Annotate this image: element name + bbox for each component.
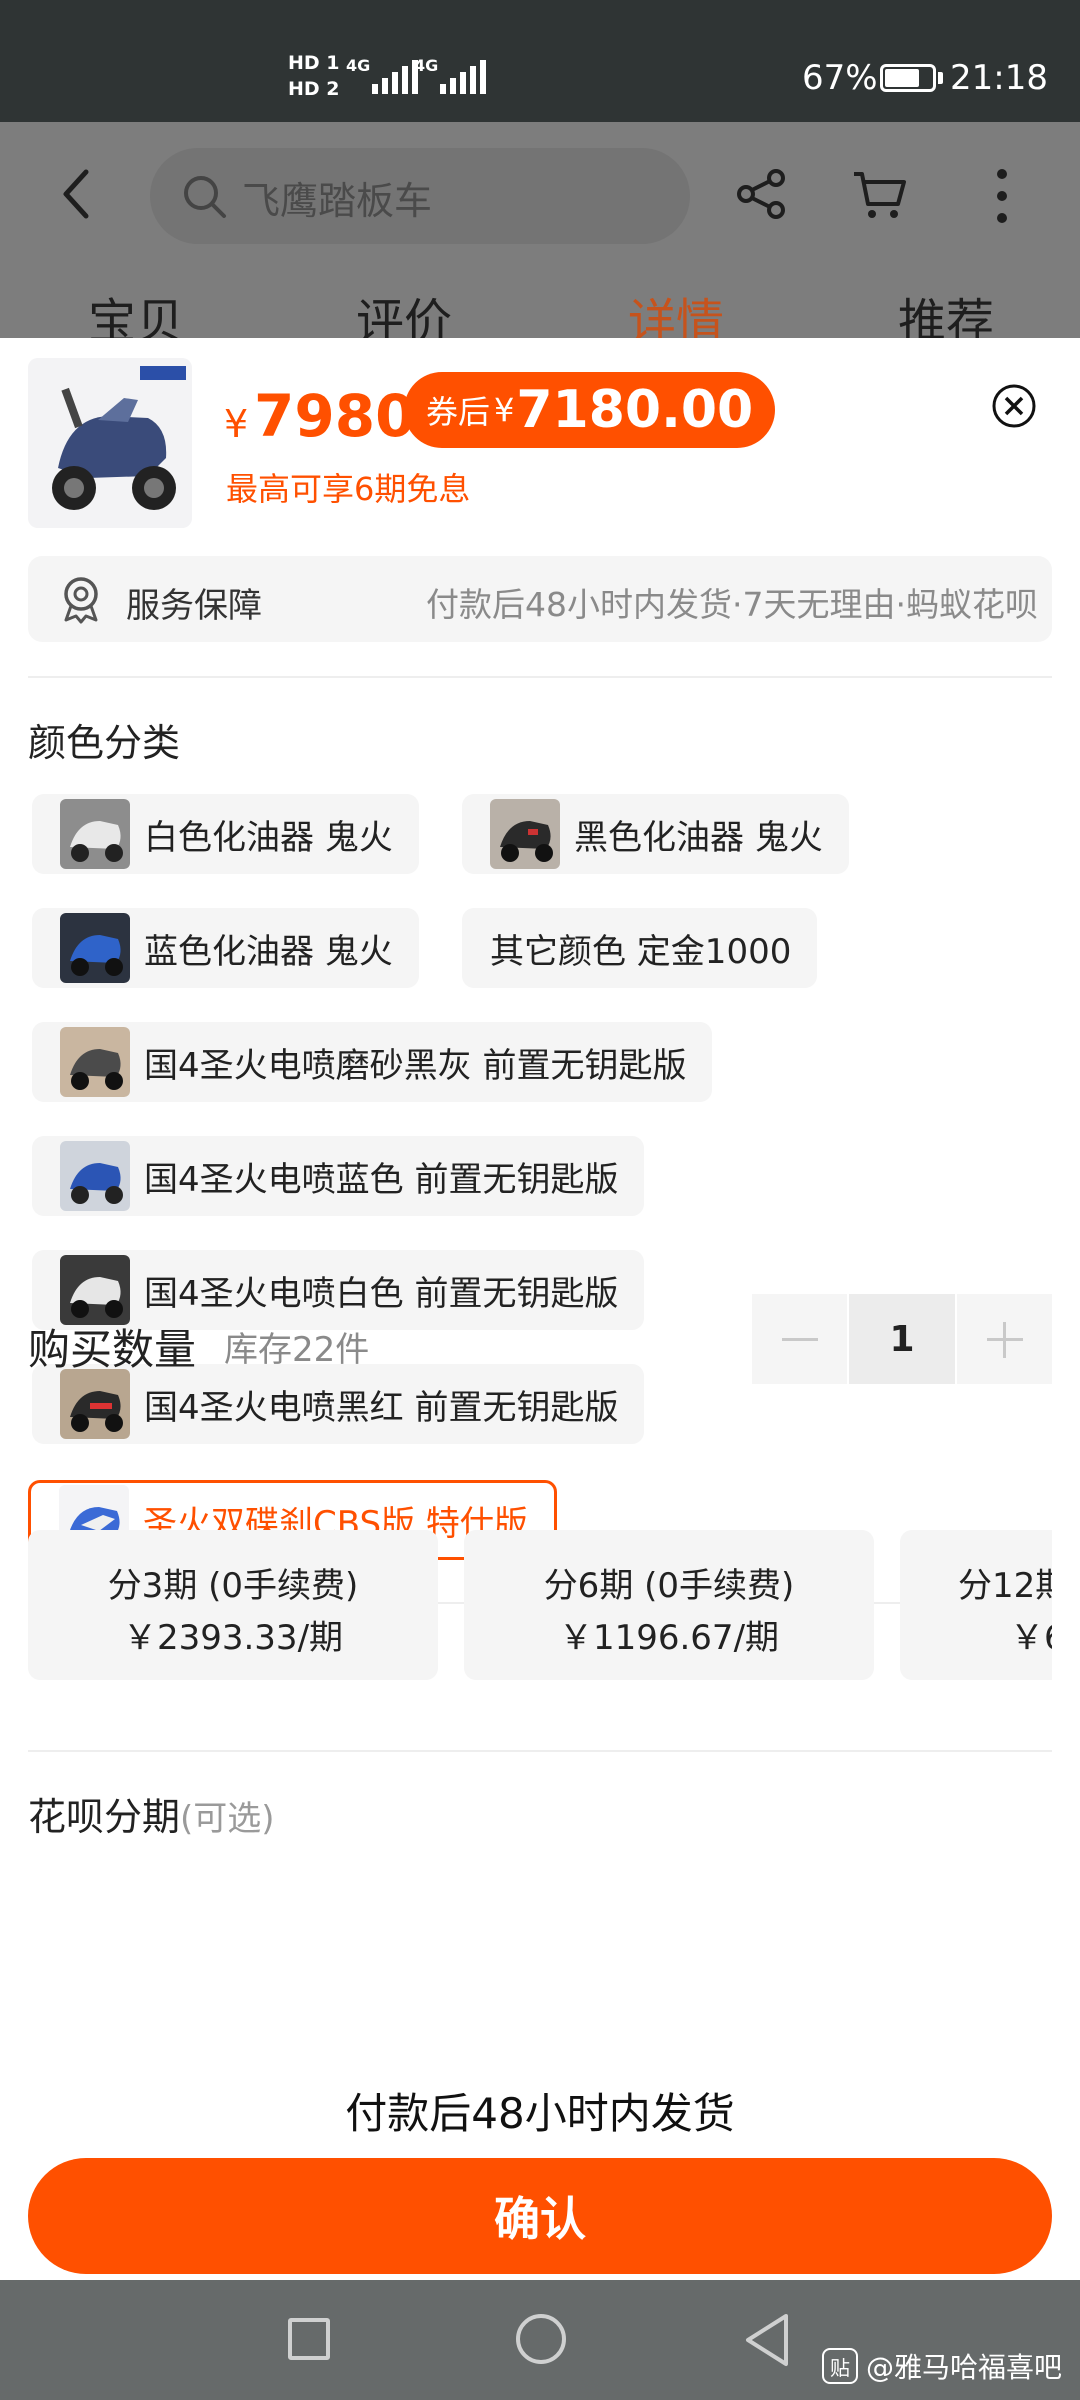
service-text: 付款后48小时内发货·7天无理由·蚂蚁花呗 [426,585,1038,624]
search-bar[interactable]: 飞鹰踏板车 [150,148,690,244]
color-option-other[interactable]: 其它颜色 定金1000 [462,908,818,988]
back-arrow-icon[interactable] [56,164,104,224]
option-label: 国4圣火电喷蓝色 前置无钥匙版 [144,1159,619,1200]
installment-note: 最高可享6期免息 [226,470,471,508]
option-label: 其它颜色 定金1000 [490,931,792,972]
watermark-badge: 贴 [822,2348,858,2384]
plan-term: 分12期 [958,1566,1052,1606]
search-icon [184,176,226,218]
divider [28,1750,1052,1752]
plan-3[interactable]: 分3期 (0手续费) ￥2393.33/期 [28,1530,438,1680]
service-label: 服务保障 [126,586,262,626]
decrease-button[interactable] [752,1294,848,1384]
plan-term: 分6期 (0手续费) [543,1566,795,1606]
stock-count: 库存22件 [224,1330,370,1370]
network-type-1: 4G [346,56,371,75]
option-thumbnail-icon [60,1141,130,1211]
option-thumbnail-icon [490,799,560,869]
hd2-label: HD 2 [288,78,340,100]
huabei-title: 花呗分期(可选) [28,1786,275,1841]
service-guarantee[interactable]: 服务保障 付款后48小时内发货·7天无理由·蚂蚁花呗 [28,556,1052,642]
coupon-price: 7180.00 [516,380,754,440]
quantity-value[interactable]: 1 [849,1294,955,1384]
plan-amount: ￥1196.67/期 [558,1618,780,1658]
back-triangle-icon[interactable] [742,2312,792,2368]
plan-amount: ￥6 [1010,1618,1052,1658]
shipping-note: 付款后48小时内发货 [345,2089,735,2138]
option-thumbnail-icon [60,1369,130,1439]
signal-bars-1-icon [372,58,418,94]
color-option-white[interactable]: 白色化油器 鬼火 [32,794,419,874]
more-icon[interactable] [990,166,1014,226]
network-type-2: 4G [414,56,439,75]
huabei-hint: (可选) [180,1799,275,1839]
option-thumbnail-icon [60,913,130,983]
option-label: 国4圣火电喷白色 前置无钥匙版 [144,1273,619,1314]
plan-term: 分3期 (0手续费) [107,1566,359,1606]
price: 7980 [254,382,416,450]
hd1-label: HD 1 [288,52,340,74]
share-icon[interactable] [736,168,788,220]
color-option-black[interactable]: 黑色化油器 鬼火 [462,794,849,874]
quantity-stepper: 1 [752,1294,1052,1384]
huabei-title-text: 花呗分期 [28,1795,181,1839]
installment-plans: 分3期 (0手续费) ￥2393.33/期 分6期 (0手续费) ￥1196.6… [28,1530,1052,1684]
cart-icon[interactable] [852,166,908,222]
color-option-blue[interactable]: 蓝色化油器 鬼火 [32,908,419,988]
search-placeholder: 飞鹰踏板车 [242,179,433,223]
home-icon[interactable] [516,2314,566,2364]
watermark-text: @雅马哈福喜吧 [866,2351,1063,2384]
coupon-price-badge: 券后 ¥ 7180.00 [404,372,776,448]
nav-bar: 贴 @雅马哈福喜吧 [0,2280,1080,2400]
option-label: 白色化油器 鬼火 [144,817,393,858]
price-currency: ¥ [224,402,249,446]
divider [28,676,1052,678]
option-label: 黑色化油器 鬼火 [574,817,823,858]
coupon-currency: ¥ [494,391,515,429]
badge-icon [64,577,98,624]
option-thumbnail-icon [60,799,130,869]
battery-tip [938,72,943,84]
option-label: 蓝色化油器 鬼火 [144,931,393,972]
product-thumbnail [28,358,192,528]
close-icon[interactable] [990,382,1038,430]
option-label: 国4圣火电喷磨砂黑灰 前置无钥匙版 [144,1045,687,1086]
status-bar: HD 1 HD 2 4G 4G 67% 21:18 [0,0,1080,122]
battery-icon [880,64,936,92]
clock: 21:18 [950,58,1048,98]
plan-amount: ￥2393.33/期 [122,1618,344,1658]
quantity-label: 购买数量 [28,1325,197,1374]
confirm-button[interactable]: 确认 [28,2158,1052,2274]
hd-indicator: HD 1 HD 2 [288,50,340,102]
option-thumbnail-icon [60,1027,130,1097]
battery-percent: 67% [802,58,878,98]
plan-6[interactable]: 分6期 (0手续费) ￥1196.67/期 [464,1530,874,1680]
watermark: 贴 @雅马哈福喜吧 [822,2346,1062,2386]
coupon-label: 券后 [426,393,491,431]
color-section-title: 颜色分类 [28,721,181,765]
option-label: 国4圣火电喷黑红 前置无钥匙版 [144,1387,619,1428]
scooter-image-icon [28,358,192,528]
color-option-efi-blue[interactable]: 国4圣火电喷蓝色 前置无钥匙版 [32,1136,645,1216]
increase-button[interactable] [956,1294,1052,1384]
sku-sheet: ¥ 7980 券后 ¥ 7180.00 最高可享6期免息 服务保障 付款后48小… [0,338,1080,2280]
color-option-matte-grey[interactable]: 国4圣火电喷磨砂黑灰 前置无钥匙版 [32,1022,713,1102]
recent-apps-icon[interactable] [288,2318,330,2360]
option-thumbnail-icon [60,1255,130,1325]
signal-bars-2-icon [440,58,486,94]
plan-12[interactable]: 分12期 ￥6 [900,1530,1052,1680]
